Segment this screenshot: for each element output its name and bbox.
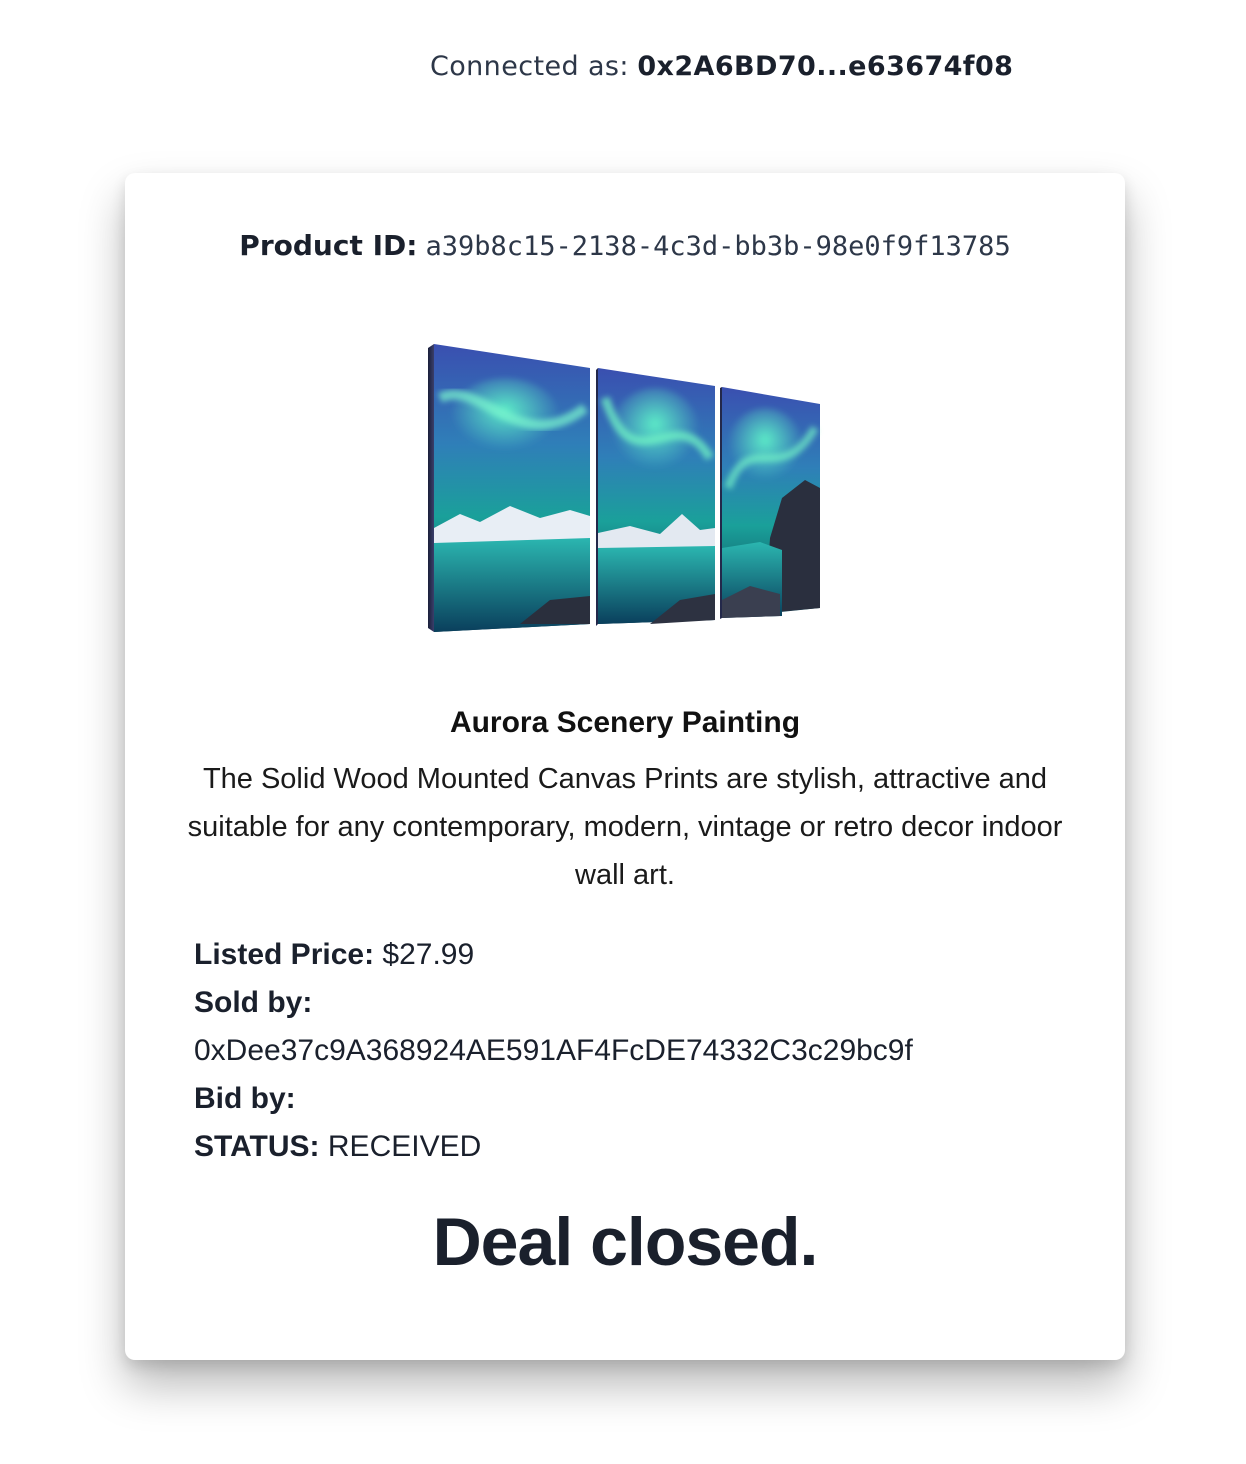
sold-by-address: 0xDee37c9A368924AE591AF4FcDE74332C3c29bc… xyxy=(194,1034,913,1067)
sold-by-label: Sold by: xyxy=(194,986,313,1019)
product-id-value: a39b8c15-2138-4c3d-bb3b-98e0f9f13785 xyxy=(425,231,1011,262)
status-value: RECEIVED xyxy=(327,1130,482,1163)
product-details: Listed Price: $27.99 Sold by: 0xDee37c9A… xyxy=(194,931,1074,1171)
bid-by-row: Bid by: xyxy=(194,1075,1074,1123)
product-image xyxy=(428,344,820,632)
deal-closed-message: Deal closed. xyxy=(432,1204,819,1280)
connected-label: Connected as: xyxy=(430,51,629,82)
bid-by-label: Bid by: xyxy=(194,1082,296,1115)
listed-price-row: Listed Price: $27.99 xyxy=(194,931,1074,979)
product-title: Aurora Scenery Painting xyxy=(449,706,801,739)
listed-price-value: $27.99 xyxy=(382,938,475,971)
product-id: Product ID: a39b8c15-2138-4c3d-bb3b-98e0… xyxy=(125,229,1125,263)
sold-by-row: Sold by: xyxy=(194,979,1074,1027)
status-row: STATUS: RECEIVED xyxy=(194,1123,1074,1171)
connected-account: Connected as: 0x2A6BD70...e63674f08 xyxy=(430,50,1013,83)
connected-address: 0x2A6BD70...e63674f08 xyxy=(637,51,1014,82)
status-label: STATUS: xyxy=(194,1130,320,1163)
product-card: Product ID: a39b8c15-2138-4c3d-bb3b-98e0… xyxy=(125,173,1125,1360)
product-description: The Solid Wood Mounted Canvas Prints are… xyxy=(187,763,1063,891)
product-id-label: Product ID: xyxy=(239,229,418,262)
listed-price-label: Listed Price: xyxy=(194,938,375,971)
